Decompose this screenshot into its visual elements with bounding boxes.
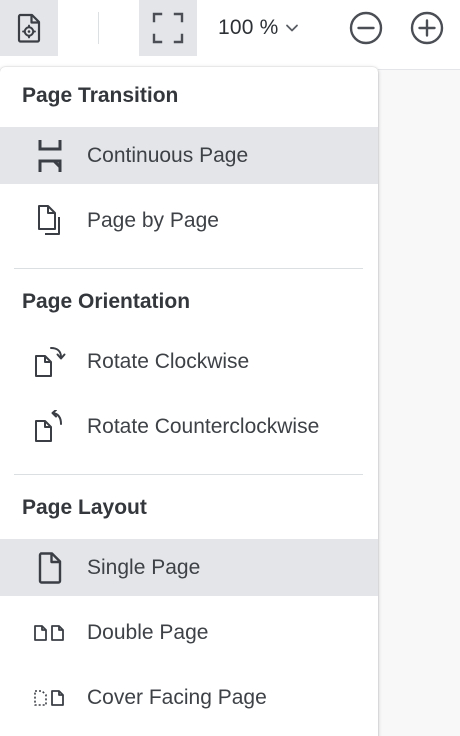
section-title-page-transition: Page Transition: [22, 84, 179, 107]
menu-item-continuous-page[interactable]: Continuous Page: [0, 127, 378, 184]
top-toolbar: 100 %: [0, 0, 460, 56]
menu-item-label: Single Page: [87, 555, 201, 579]
menu-item-rotate-counterclockwise[interactable]: Rotate Counterclockwise: [0, 398, 378, 455]
page-settings-button[interactable]: [0, 0, 58, 56]
menu-item-rotate-clockwise[interactable]: Rotate Clockwise: [0, 333, 378, 390]
menu-divider: [14, 268, 363, 269]
section-title-page-orientation: Page Orientation: [22, 290, 191, 313]
menu-item-label: Page by Page: [87, 208, 219, 232]
zoom-value: 100 %: [218, 16, 279, 39]
menu-item-single-page[interactable]: Single Page: [0, 539, 378, 596]
zoom-in-button[interactable]: [405, 0, 449, 56]
menu-item-page-by-page[interactable]: Page by Page: [0, 192, 378, 249]
zoom-in-icon: [409, 10, 445, 46]
menu-item-label: Double Page: [87, 620, 209, 644]
chevron-down-icon: [285, 23, 299, 33]
menu-divider: [14, 474, 363, 475]
single-page-icon: [33, 551, 67, 585]
menu-item-label: Rotate Clockwise: [87, 349, 250, 373]
document-area: [378, 70, 460, 736]
menu-item-cover-facing-page[interactable]: Cover Facing Page: [0, 669, 378, 726]
zoom-out-button[interactable]: [344, 0, 388, 56]
view-controls-menu: Page Transition Continuous Page Page by …: [0, 67, 378, 736]
zoom-select[interactable]: 100 %: [218, 0, 318, 56]
page-settings-icon: [16, 13, 42, 43]
rotate-clockwise-icon: [33, 345, 67, 379]
fullscreen-button[interactable]: [139, 0, 197, 56]
menu-item-double-page[interactable]: Double Page: [0, 604, 378, 661]
rotate-counterclockwise-icon: [33, 409, 67, 444]
toolbar-divider: [98, 12, 99, 44]
zoom-out-icon: [348, 10, 384, 46]
continuous-page-icon: [33, 139, 67, 173]
viewer-page: 100 % Page Transition Continuous Page Pa…: [0, 0, 460, 736]
cover-facing-page-icon: [33, 681, 67, 715]
menu-item-label: Cover Facing Page: [87, 685, 267, 709]
fullscreen-icon: [151, 11, 185, 45]
page-by-page-icon: [33, 204, 67, 238]
section-title-page-layout: Page Layout: [22, 496, 147, 519]
menu-item-label: Rotate Counterclockwise: [87, 414, 320, 438]
double-page-icon: [33, 616, 67, 650]
menu-item-label: Continuous Page: [87, 143, 249, 167]
